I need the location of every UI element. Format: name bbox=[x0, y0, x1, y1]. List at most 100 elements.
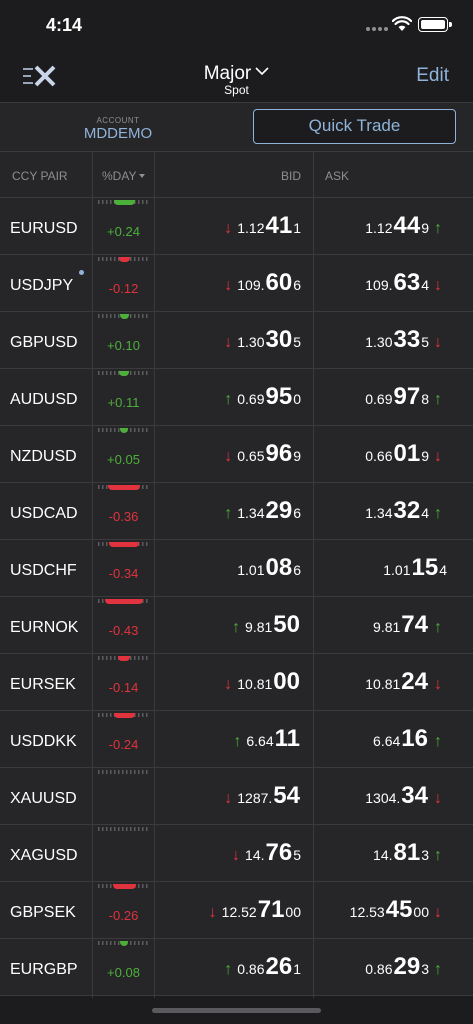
bid-price[interactable]: ↓ 1287. 54 bbox=[219, 782, 301, 810]
bid-big-figure: 109. bbox=[237, 277, 265, 293]
rate-row[interactable]: GBPSEK -0.26 ↓ 12.52 71 00 12.53 45 00 ↓ bbox=[0, 882, 473, 939]
bid-pips: 76 bbox=[265, 839, 293, 866]
ask-pips: 97 bbox=[393, 383, 421, 410]
ask-price[interactable]: 0.86 29 3 ↑ bbox=[365, 953, 447, 981]
ask-price[interactable]: 109. 63 4 ↓ bbox=[365, 269, 447, 297]
arrow-down-icon: ↓ bbox=[208, 904, 217, 921]
gauge-bar bbox=[119, 314, 129, 319]
ccy-pair: NZDUSD bbox=[10, 448, 77, 465]
bid-price[interactable]: ↑ 0.86 26 1 bbox=[219, 953, 301, 981]
ask-fraction: 00 bbox=[413, 904, 429, 920]
account-value[interactable]: MDDEMO bbox=[68, 125, 168, 142]
rate-row[interactable]: EURUSD +0.24 ↓ 1.12 41 1 1.12 44 9 ↑ bbox=[0, 198, 473, 255]
rate-row[interactable]: USDDKK -0.24 ↑ 6.64 11 6.64 16 ↑ bbox=[0, 711, 473, 768]
rate-row[interactable]: AUDUSD +0.11 ↑ 0.69 95 0 0.69 97 8 ↑ bbox=[0, 369, 473, 426]
arrow-up-icon: ↑ bbox=[434, 619, 442, 636]
pct-day-gauge bbox=[98, 257, 150, 263]
ask-price[interactable]: 0.66 01 9 ↓ bbox=[365, 440, 447, 468]
market-subtitle: Spot bbox=[224, 83, 249, 97]
bid-fraction: 6 bbox=[293, 505, 301, 521]
ask-price[interactable]: 6.64 16 ↑ bbox=[373, 725, 447, 753]
gauge-bar bbox=[109, 542, 139, 547]
header-ccy-pair[interactable]: CCY PAIR bbox=[12, 169, 68, 183]
pct-day-gauge bbox=[98, 770, 150, 776]
rate-row[interactable]: EURNOK -0.43 ↑ 9.81 50 9.81 74 ↑ bbox=[0, 597, 473, 654]
rate-row[interactable]: XAUUSD ↓ 1287. 54 1304. 34 ↓ bbox=[0, 768, 473, 825]
pct-day-gauge bbox=[98, 371, 150, 377]
arrow-up-icon: ↑ bbox=[233, 733, 242, 750]
ask-pips: 24 bbox=[401, 668, 428, 695]
bid-pips: 96 bbox=[265, 440, 293, 467]
rate-row[interactable]: USDCAD -0.36 ↑ 1.34 29 6 1.34 32 4 ↑ bbox=[0, 483, 473, 540]
header-bid[interactable]: BID bbox=[281, 169, 301, 183]
pct-day-gauge bbox=[98, 485, 150, 491]
bid-pips: 95 bbox=[265, 383, 293, 410]
ask-price[interactable]: 12.53 45 00 ↓ bbox=[350, 896, 447, 924]
header-pct-day[interactable]: %DAY bbox=[102, 169, 146, 183]
rate-row[interactable]: EURGBP +0.08 ↑ 0.86 26 1 0.86 29 3 ↑ bbox=[0, 939, 473, 996]
pct-day-value: -0.14 bbox=[108, 680, 139, 695]
battery-icon bbox=[418, 17, 452, 32]
rate-row[interactable]: XAGUSD ↓ 14. 76 5 14. 81 3 ↑ bbox=[0, 825, 473, 882]
gauge-bar bbox=[113, 200, 135, 205]
bid-price[interactable]: ↓ 1.12 41 1 bbox=[219, 212, 301, 240]
pct-day-value: -0.12 bbox=[108, 281, 139, 296]
ask-price[interactable]: 1.30 33 5 ↓ bbox=[365, 326, 447, 354]
gauge-bar bbox=[113, 713, 135, 718]
arrow-down-icon: ↓ bbox=[434, 277, 442, 294]
ask-fraction: 9 bbox=[421, 448, 429, 464]
ask-price[interactable]: 14. 81 3 ↑ bbox=[373, 839, 447, 867]
pct-day-gauge bbox=[98, 713, 150, 719]
ask-price[interactable]: 0.69 97 8 ↑ bbox=[365, 383, 447, 411]
ask-pips: 45 bbox=[385, 896, 413, 923]
ask-price[interactable]: 1304. 34 ↓ bbox=[365, 782, 447, 810]
bid-price[interactable]: 1.01 08 6 bbox=[237, 554, 301, 582]
ccy-pair: EURSEK bbox=[10, 676, 76, 693]
bid-price[interactable]: ↑ 0.69 95 0 bbox=[219, 383, 301, 411]
ccy-pair: GBPSEK bbox=[10, 904, 76, 921]
arrow-down-icon: ↓ bbox=[434, 676, 442, 693]
ask-price[interactable]: 9.81 74 ↑ bbox=[373, 611, 447, 639]
arrow-down-icon: ↓ bbox=[434, 448, 442, 465]
bid-price[interactable]: ↓ 12.52 71 00 bbox=[204, 896, 301, 924]
ask-pips: 74 bbox=[401, 611, 428, 638]
bid-price[interactable]: ↓ 1.30 30 5 bbox=[219, 326, 301, 354]
gauge-bar bbox=[118, 656, 130, 661]
bid-fraction: 6 bbox=[293, 277, 301, 293]
edit-button[interactable]: Edit bbox=[416, 65, 449, 87]
ask-price[interactable]: 1.34 32 4 ↑ bbox=[365, 497, 447, 525]
rate-row[interactable]: USDJPY -0.12 ↓ 109. 60 6 109. 63 4 ↓ bbox=[0, 255, 473, 312]
market-selector[interactable]: Major bbox=[0, 63, 473, 85]
rate-row[interactable]: NZDUSD +0.05 ↓ 0.65 96 9 0.66 01 9 ↓ bbox=[0, 426, 473, 483]
bid-fraction: 0 bbox=[293, 391, 301, 407]
bid-price[interactable]: ↑ 6.64 11 bbox=[228, 725, 301, 753]
arrow-down-icon: ↓ bbox=[224, 790, 233, 807]
gauge-ticks bbox=[98, 770, 150, 774]
ask-price[interactable]: 1.12 44 9 ↑ bbox=[365, 212, 447, 240]
bid-fraction: 00 bbox=[285, 904, 301, 920]
bid-price[interactable]: ↓ 14. 76 5 bbox=[227, 839, 301, 867]
rate-row[interactable]: EURSEK -0.14 ↓ 10.81 00 10.81 24 ↓ bbox=[0, 654, 473, 711]
quick-trade-button[interactable]: Quick Trade bbox=[253, 109, 456, 144]
bid-price[interactable]: ↓ 109. 60 6 bbox=[219, 269, 301, 297]
ask-price[interactable]: 1.01 15 4 bbox=[383, 554, 447, 582]
arrow-down-icon: ↓ bbox=[224, 334, 233, 351]
bid-price[interactable]: ↑ 9.81 50 bbox=[227, 611, 301, 639]
ask-fraction: 9 bbox=[421, 220, 429, 236]
bid-price[interactable]: ↑ 1.34 29 6 bbox=[219, 497, 301, 525]
bid-price[interactable]: ↓ 10.81 00 bbox=[219, 668, 301, 696]
column-divider bbox=[154, 152, 155, 998]
arrow-up-icon: ↑ bbox=[224, 961, 233, 978]
arrow-up-icon: ↑ bbox=[434, 961, 442, 978]
header-ask[interactable]: ASK bbox=[325, 169, 349, 183]
gauge-bar bbox=[120, 428, 128, 433]
rate-row[interactable]: USDCHF -0.34 1.01 08 6 1.01 15 4 bbox=[0, 540, 473, 597]
bid-price[interactable]: ↓ 0.65 96 9 bbox=[219, 440, 301, 468]
home-indicator[interactable] bbox=[152, 1008, 321, 1013]
ask-big-figure: 1.12 bbox=[365, 220, 393, 236]
account-label: ACCOUNT bbox=[96, 116, 140, 125]
ask-fraction: 8 bbox=[421, 391, 429, 407]
rate-row[interactable]: GBPUSD +0.10 ↓ 1.30 30 5 1.30 33 5 ↓ bbox=[0, 312, 473, 369]
ask-price[interactable]: 10.81 24 ↓ bbox=[365, 668, 447, 696]
pct-day-value: -0.26 bbox=[108, 908, 139, 923]
